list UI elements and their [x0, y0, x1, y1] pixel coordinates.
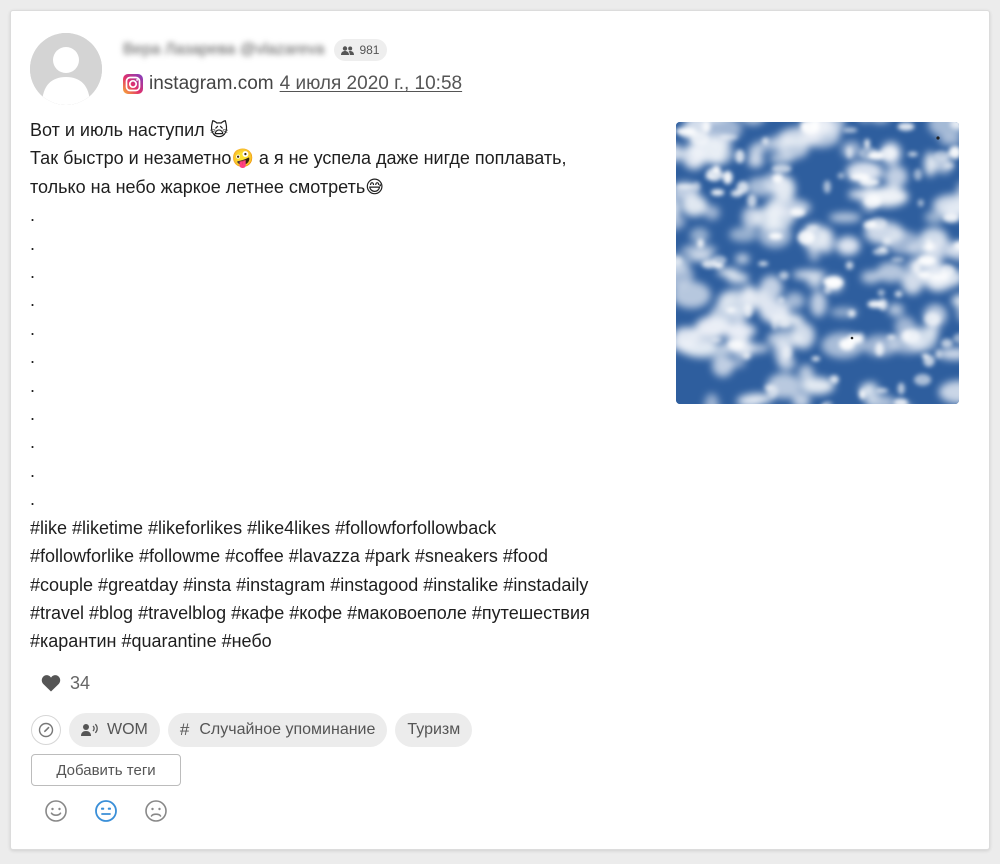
post-image[interactable]: [676, 122, 959, 404]
hash-icon: #: [179, 720, 190, 739]
likes: 34: [41, 671, 90, 695]
sky-clouds-photo: [676, 122, 959, 404]
post-text: Вот и июль наступил 🙀 Так быстро и незаме…: [30, 116, 660, 656]
sentiment-neutral[interactable]: [93, 798, 119, 824]
edit-icon: [38, 722, 54, 738]
sentiment-negative[interactable]: [143, 798, 169, 824]
author-row: Вера Лазарева @vlazareva 981: [123, 38, 388, 62]
tags-row: WOM # Случайное упоминание Туризм: [31, 713, 480, 747]
smile-face-icon: [45, 800, 67, 822]
followers-count: 981: [359, 43, 380, 57]
post-text-line: #travel #blog #travelblog #кафе #кофе #м…: [30, 602, 590, 623]
post-text-line: .: [30, 460, 36, 481]
avatar[interactable]: [30, 33, 102, 105]
post-text-line: .: [30, 432, 36, 453]
post-text-line: .: [30, 205, 36, 226]
tag-label: WOM: [107, 721, 148, 738]
sad-face-icon: [145, 800, 167, 822]
post-text-line: .: [30, 262, 36, 283]
source-name: instagram.com: [149, 73, 274, 94]
post-text-line: Так быстро и незаметно🤪 а я не успела да…: [30, 148, 567, 169]
heart-icon[interactable]: [41, 674, 61, 692]
tag-label: Случайное упоминание: [199, 721, 376, 738]
post-text-line: .: [30, 489, 36, 510]
post-card: Вера Лазарева @vlazareva 981 instagram.c…: [10, 10, 990, 850]
user-silhouette-icon: [30, 33, 102, 105]
tag-chip-random-mention[interactable]: # Случайное упоминание: [167, 713, 388, 747]
author-name[interactable]: Вера Лазарева @vlazareva: [123, 41, 324, 59]
people-icon: [341, 45, 355, 55]
tag-chip-wom[interactable]: WOM: [69, 713, 160, 747]
post-text-line: #карантин #quarantine #небо: [30, 631, 272, 652]
post-text-line: .: [30, 233, 36, 254]
post-text-line: #followforlike #followme #coffee #lavazz…: [30, 546, 548, 567]
edit-tags-button[interactable]: [31, 715, 61, 745]
sentiment-selector: [43, 798, 193, 824]
post-date-link[interactable]: 4 июля 2020 г., 10:58: [280, 73, 463, 95]
post-text-line: #couple #greatday #insta #instagram #ins…: [30, 574, 589, 595]
post-text-line: Вот и июль наступил 🙀: [30, 120, 229, 140]
followers-badge: 981: [334, 39, 388, 61]
sentiment-positive[interactable]: [43, 798, 69, 824]
instagram-icon: [123, 74, 143, 94]
post-text-line: .: [30, 404, 36, 425]
tag-chip-tourism[interactable]: Туризм: [395, 713, 473, 747]
speaking-person-icon: [81, 723, 98, 736]
neutral-face-icon: [95, 800, 117, 822]
post-text-line: только на небо жаркое летнее смотреть😅: [30, 176, 384, 197]
likes-count: 34: [70, 672, 91, 693]
source-row: instagram.com 4 июля 2020 г., 10:58: [123, 71, 462, 97]
tag-label: Туризм: [407, 721, 461, 738]
post-text-line: .: [30, 347, 36, 368]
post-text-line: #like #liketime #likeforlikes #like4like…: [30, 517, 497, 538]
post-text-line: .: [30, 375, 36, 396]
add-tags-button[interactable]: Добавить теги: [31, 754, 181, 786]
post-text-line: .: [30, 318, 36, 339]
post-text-line: .: [30, 290, 36, 311]
